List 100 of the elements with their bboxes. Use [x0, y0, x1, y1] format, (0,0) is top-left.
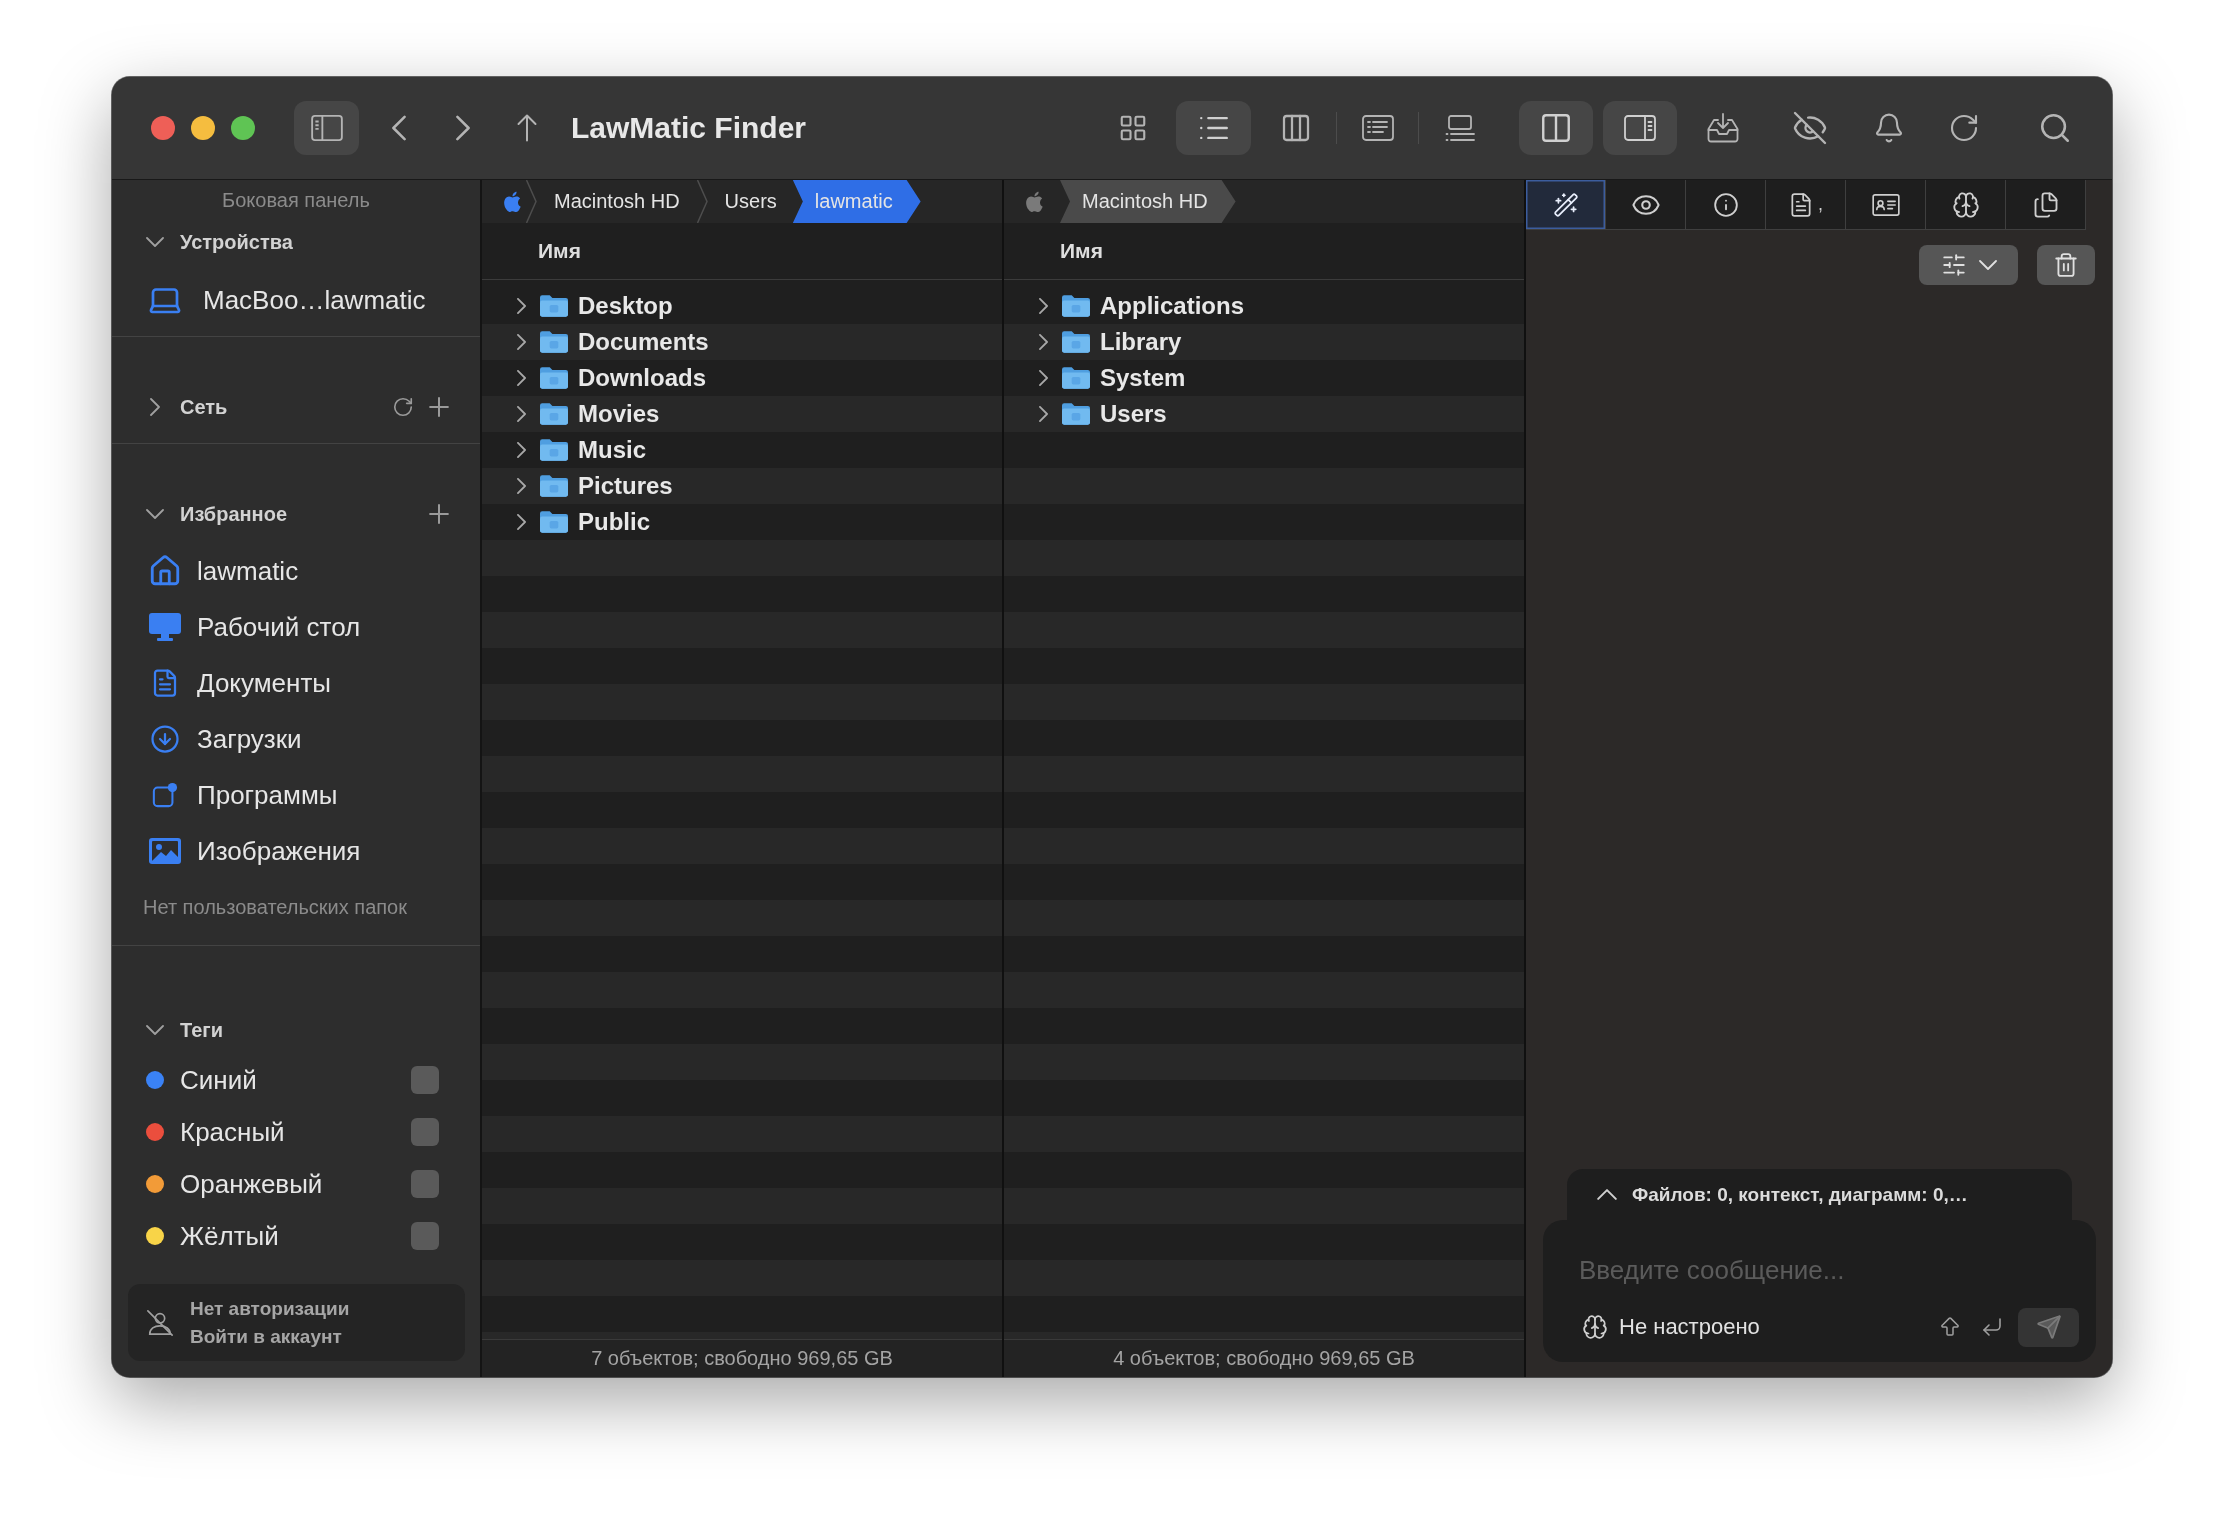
tag-checkbox[interactable] [411, 1066, 439, 1094]
section-header[interactable]: Сеть [180, 395, 228, 419]
file-name[interactable]: Desktop [578, 292, 673, 320]
breadcrumb-item[interactable]: Users [712, 180, 789, 223]
refresh-icon[interactable] [1948, 112, 1980, 144]
sidebar-item[interactable]: lawmatic [197, 555, 299, 587]
file-name[interactable]: Downloads [578, 364, 706, 392]
chevron-right-icon[interactable] [1038, 334, 1048, 350]
plus-icon[interactable] [429, 397, 449, 417]
contact-card-icon [1871, 193, 1900, 216]
return-icon[interactable] [1980, 1315, 2004, 1339]
file-name[interactable]: Documents [578, 328, 709, 356]
arrow-up-icon[interactable] [517, 114, 537, 142]
apple-logo-icon[interactable] [1024, 190, 1043, 213]
chevron-right-icon[interactable] [516, 370, 526, 386]
close-button[interactable] [151, 116, 175, 140]
filter-menu-button[interactable] [1919, 245, 2018, 285]
chevron-right-icon[interactable] [516, 298, 526, 314]
section-header[interactable]: Теги [180, 1018, 223, 1042]
file-name[interactable]: Movies [578, 400, 660, 428]
file-name[interactable]: Public [578, 508, 650, 536]
chevron-right-icon[interactable] [1038, 406, 1048, 422]
chevron-down-icon[interactable] [146, 509, 164, 519]
tag-label[interactable]: Синий [180, 1064, 257, 1096]
inspector-tab[interactable] [1926, 180, 2006, 230]
monitor-icon [149, 613, 181, 641]
inspector-tab[interactable] [1606, 180, 1686, 230]
tag-label[interactable]: Оранжевый [180, 1168, 323, 1200]
chevron-right-icon[interactable] [516, 334, 526, 350]
chevron-right-icon[interactable] [1038, 298, 1048, 314]
delete-button[interactable] [2037, 245, 2095, 285]
sidebar-item[interactable]: MacBoo…lawmatic [203, 284, 426, 316]
chevron-right-icon[interactable] [150, 398, 160, 416]
search-icon[interactable] [2038, 111, 2072, 145]
sidebar-item[interactable]: Рабочий стол [197, 611, 361, 643]
file-name[interactable]: Applications [1100, 292, 1244, 320]
sidebar-toggle-button[interactable] [294, 101, 359, 155]
sign-in-link[interactable]: Войти в аккаунт [190, 1325, 350, 1348]
view-mode-button[interactable] [1176, 101, 1251, 155]
forward-icon[interactable] [456, 115, 470, 141]
sidebar-item[interactable]: Программы [197, 779, 338, 811]
refresh-icon[interactable] [392, 396, 414, 418]
apple-logo-icon[interactable] [502, 190, 521, 213]
file-name[interactable]: System [1100, 364, 1186, 392]
chevron-down-icon[interactable] [146, 1025, 164, 1035]
back-icon[interactable] [392, 115, 406, 141]
brain-icon [1582, 1314, 1608, 1340]
folder-icon [1062, 295, 1090, 317]
section-header[interactable]: Избранное [180, 502, 287, 526]
tag-checkbox[interactable] [411, 1170, 439, 1198]
file-name[interactable]: Library [1100, 328, 1182, 356]
breadcrumb-item[interactable]: Macintosh HD [542, 180, 692, 223]
inspector-tab[interactable] [1526, 180, 1606, 230]
user-slash-icon [146, 1308, 174, 1337]
chevron-up-icon[interactable] [1597, 1189, 1617, 1200]
inspector-tab[interactable]: , [1766, 180, 1846, 230]
path-separator-icon [696, 180, 708, 223]
column-header[interactable]: Имя [482, 223, 1002, 280]
tag-checkbox[interactable] [411, 1222, 439, 1250]
chevron-down-icon [1978, 260, 1997, 270]
file-name[interactable]: Music [578, 436, 646, 464]
tag-checkbox[interactable] [411, 1118, 439, 1146]
model-status[interactable]: Не настроено [1619, 1314, 1760, 1340]
zoom-button[interactable] [231, 116, 255, 140]
inspector-tab[interactable] [1686, 180, 1766, 230]
sidebar-item[interactable]: Загрузки [197, 723, 302, 755]
folder-icon [540, 511, 568, 533]
sidebar-item[interactable]: Изображения [197, 835, 361, 867]
sidebar-item[interactable]: Документы [197, 667, 332, 699]
breadcrumb-item[interactable]: lawmatic [792, 180, 921, 223]
file-name[interactable]: Users [1100, 400, 1167, 428]
panel-toggle-button[interactable] [1519, 101, 1593, 155]
file-name[interactable]: Pictures [578, 472, 673, 500]
document-icon [1788, 191, 1814, 218]
sliders-icon [1940, 252, 1967, 278]
inspector-tab[interactable] [1846, 180, 1926, 230]
chevron-right-icon[interactable] [516, 514, 526, 530]
section-header[interactable]: Устройства [180, 230, 293, 254]
inspector-tab[interactable] [2006, 180, 2086, 230]
tag-label[interactable]: Жёлтый [180, 1220, 279, 1252]
chevron-right-icon[interactable] [516, 406, 526, 422]
tray-download-icon[interactable] [1707, 113, 1739, 143]
panel-toggle-button[interactable] [1603, 101, 1677, 155]
bell-icon[interactable] [1873, 112, 1905, 144]
eye-off-icon[interactable] [1792, 110, 1828, 146]
breadcrumb-item[interactable]: Macintosh HD [1060, 180, 1236, 223]
column-header[interactable]: Имя [1004, 223, 1524, 280]
message-input[interactable]: Введите сообщение... [1579, 1248, 2079, 1292]
minimize-button[interactable] [191, 116, 215, 140]
message-composer[interactable]: Введите сообщение... Не настроено [1543, 1220, 2096, 1362]
chevron-down-icon[interactable] [146, 237, 164, 247]
plus-icon[interactable] [429, 504, 449, 524]
chevron-right-icon[interactable] [1038, 370, 1048, 386]
context-summary[interactable]: Файлов: 0, контекст, диаграмм: 0,… [1632, 1183, 1968, 1206]
tag-label[interactable]: Красный [180, 1116, 285, 1148]
right-panel-icon [1624, 115, 1656, 141]
chevron-right-icon[interactable] [516, 478, 526, 494]
folder-icon [540, 331, 568, 353]
shift-icon[interactable] [1938, 1315, 1962, 1339]
chevron-right-icon[interactable] [516, 442, 526, 458]
